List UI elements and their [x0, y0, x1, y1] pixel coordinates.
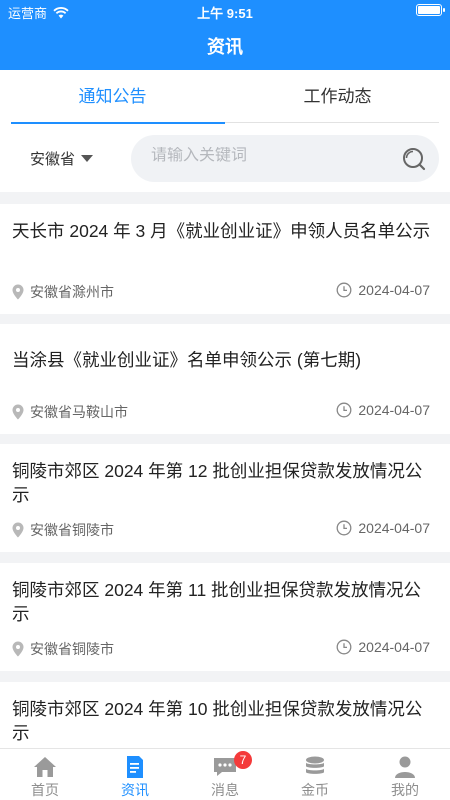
article-card[interactable]: 天长市 2024 年 3 月《就业创业证》申领人员名单公示 安徽省滁州市 202…	[0, 204, 450, 314]
article-date: 2024-04-07	[336, 402, 430, 418]
article-location: 安徽省铜陵市	[12, 520, 114, 540]
article-date: 2024-04-07	[336, 520, 430, 536]
tab-work-news[interactable]: 工作动态	[225, 70, 450, 124]
tab-notices[interactable]: 通知公告	[0, 70, 225, 124]
province-dropdown[interactable]: 安徽省	[30, 148, 94, 169]
tabbar-home[interactable]: 首页	[0, 749, 90, 800]
article-meta: 安徽省铜陵市 2024-04-07	[12, 639, 430, 657]
article-meta: 安徽省滁州市 2024-04-07	[12, 282, 430, 300]
article-title: 当涂县《就业创业证》名单申领公示 (第七期)	[12, 350, 362, 370]
filter-bar: 安徽省	[0, 124, 450, 192]
status-bar: 运营商 上午 9:51	[0, 0, 450, 24]
clock-icon	[336, 639, 352, 655]
clock-icon	[336, 520, 352, 536]
tabbar-news[interactable]: 资讯	[90, 749, 180, 800]
clock-icon	[336, 402, 352, 418]
location-pin-icon	[12, 404, 24, 420]
status-time: 上午 9:51	[197, 6, 253, 21]
province-label: 安徽省	[30, 151, 76, 168]
article-location: 安徽省铜陵市	[12, 639, 114, 659]
tabbar-label: 我的	[391, 782, 419, 798]
search-box	[131, 135, 439, 182]
bottom-tab-bar: 首页 资讯 消息 7 金币 我的	[0, 748, 450, 800]
tabbar-coins[interactable]: 金币	[270, 749, 360, 800]
article-location-text: 安徽省铜陵市	[30, 641, 114, 657]
caret-down-icon	[81, 155, 94, 162]
tabbar-messages[interactable]: 消息 7	[180, 749, 270, 800]
app-header: 运营商 上午 9:51 资讯	[0, 0, 450, 70]
article-title: 铜陵市郊区 2024 年第 10 批创业担保贷款发放情况公示	[12, 699, 423, 743]
article-meta: 安徽省铜陵市 2024-04-07	[12, 520, 430, 538]
article-card[interactable]: 铜陵市郊区 2024 年第 12 批创业担保贷款发放情况公示 安徽省铜陵市 20…	[0, 444, 450, 552]
article-location: 安徽省马鞍山市	[12, 402, 128, 422]
tabbar-label: 消息	[211, 782, 239, 798]
article-date-text: 2024-04-07	[358, 520, 430, 536]
coins-icon	[306, 756, 324, 774]
home-icon	[34, 757, 56, 777]
article-card[interactable]: 当涂县《就业创业证》名单申领公示 (第七期) 安徽省马鞍山市 2024-04-0…	[0, 324, 450, 434]
tabbar-label: 金币	[301, 782, 329, 798]
article-date: 2024-04-07	[336, 639, 430, 655]
location-pin-icon	[12, 522, 24, 538]
tab-divider	[225, 122, 439, 123]
article-location-text: 安徽省铜陵市	[30, 522, 114, 538]
article-date-text: 2024-04-07	[358, 402, 430, 418]
person-icon	[395, 756, 415, 778]
location-pin-icon	[12, 641, 24, 657]
page-title: 资讯	[207, 37, 243, 57]
article-card[interactable]: 铜陵市郊区 2024 年第 11 批创业担保贷款发放情况公示 安徽省铜陵市 20…	[0, 563, 450, 671]
article-date-text: 2024-04-07	[358, 639, 430, 655]
article-meta: 安徽省马鞍山市 2024-04-07	[12, 402, 430, 420]
tabbar-label: 首页	[31, 782, 59, 798]
tab-bar: 通知公告 工作动态	[0, 70, 450, 124]
article-location-text: 安徽省滁州市	[30, 284, 114, 300]
article-title: 铜陵市郊区 2024 年第 11 批创业担保贷款发放情况公示	[12, 580, 422, 624]
article-card[interactable]: 铜陵市郊区 2024 年第 10 批创业担保贷款发放情况公示	[0, 682, 450, 748]
article-location: 安徽省滁州市	[12, 282, 114, 302]
article-location-text: 安徽省马鞍山市	[30, 404, 128, 420]
search-input[interactable]	[151, 147, 391, 165]
search-icon[interactable]	[401, 146, 427, 172]
battery-icon	[416, 4, 445, 16]
document-icon	[127, 756, 143, 778]
tabbar-label: 资讯	[121, 782, 149, 798]
article-date: 2024-04-07	[336, 282, 430, 298]
tabbar-profile[interactable]: 我的	[360, 749, 450, 800]
unread-badge: 7	[234, 751, 252, 769]
article-title: 天长市 2024 年 3 月《就业创业证》申领人员名单公示	[12, 221, 431, 241]
location-pin-icon	[12, 284, 24, 300]
article-title: 铜陵市郊区 2024 年第 12 批创业担保贷款发放情况公示	[12, 461, 423, 505]
article-date-text: 2024-04-07	[358, 282, 430, 298]
clock-icon	[336, 282, 352, 298]
